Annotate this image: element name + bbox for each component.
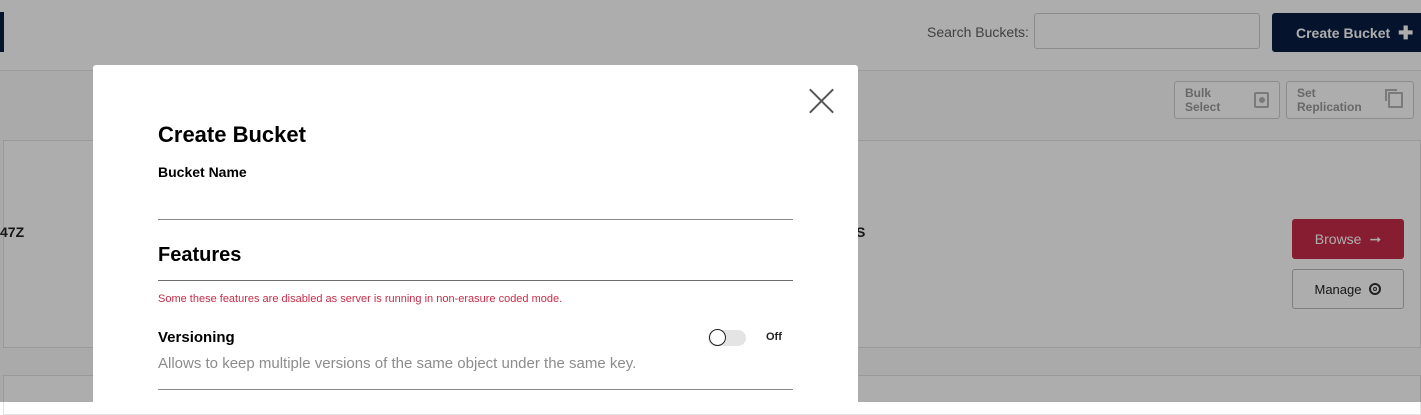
features-divider <box>158 280 793 281</box>
versioning-description: Allows to keep multiple versions of the … <box>158 355 637 372</box>
create-bucket-dialog <box>93 65 858 405</box>
features-heading: Features <box>158 244 242 266</box>
features-warning: Some these features are disabled as serv… <box>158 293 563 305</box>
dialog-title: Create Bucket <box>158 122 306 147</box>
bucket-name-input[interactable] <box>158 190 793 220</box>
close-icon[interactable] <box>808 88 834 114</box>
bucket-name-label: Bucket Name <box>158 164 247 180</box>
versioning-toggle-knob[interactable] <box>709 329 726 346</box>
versioning-state: Off <box>766 331 782 343</box>
versioning-divider <box>158 389 793 390</box>
versioning-label: Versioning <box>158 329 235 346</box>
